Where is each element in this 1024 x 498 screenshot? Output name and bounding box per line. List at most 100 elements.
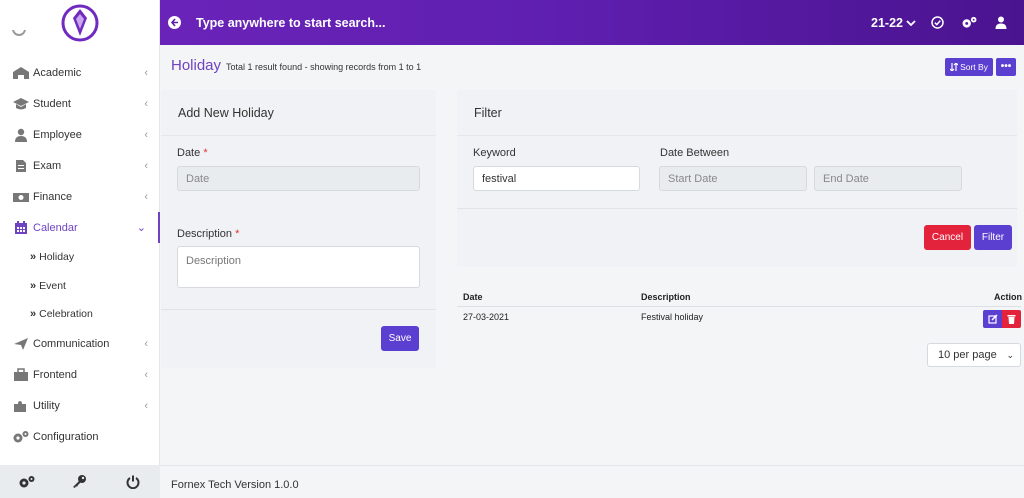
- file-icon: [11, 158, 30, 174]
- session-selector[interactable]: 21-22: [871, 16, 916, 30]
- per-page-select[interactable]: 10 per page ⌄: [927, 343, 1021, 367]
- filter-button[interactable]: Filter: [974, 225, 1012, 250]
- sidebar-subitem-label: Event: [39, 279, 66, 292]
- filter-panel: Filter Keyword festival Date Between Sta…: [457, 90, 1017, 267]
- edit-icon: [987, 314, 998, 324]
- sidebar-item-label: Calendar: [33, 221, 78, 234]
- sidebar-item-label: Frontend: [33, 369, 78, 381]
- keyword-label: Keyword: [473, 147, 516, 159]
- paper-plane-icon: [11, 336, 30, 352]
- settings-cogs-icon[interactable]: [17, 472, 37, 492]
- table-header-date[interactable]: Date: [463, 292, 483, 302]
- user-icon[interactable]: [992, 14, 1010, 32]
- search-input[interactable]: Type anywhere to start search...: [196, 16, 385, 30]
- sort-by-button[interactable]: Sort By: [945, 58, 993, 76]
- sidebar-item-calendar[interactable]: Calendar ⌄: [0, 212, 160, 243]
- sidebar-item-academic[interactable]: Academic ‹: [0, 57, 160, 88]
- user-tie-icon: [11, 127, 30, 143]
- session-label: 21-22: [871, 15, 903, 30]
- school-icon: [11, 65, 30, 81]
- chevron-left-icon: ‹: [144, 190, 148, 203]
- sidebar-item-label: Communication: [33, 338, 110, 350]
- chevron-left-icon: ‹: [144, 159, 148, 172]
- table-cell-description: Festival holiday: [641, 312, 704, 322]
- sidebar-item-communication[interactable]: Communication ‹: [0, 329, 160, 360]
- back-arrow-icon[interactable]: [168, 16, 181, 29]
- sidebar-subitem-event[interactable]: » Event: [0, 272, 160, 301]
- sidebar-item-label: Utility: [33, 400, 60, 412]
- sidebar-item-student[interactable]: Student ‹: [0, 88, 160, 119]
- description-label-text: Description: [177, 228, 233, 240]
- date-placeholder: Date: [186, 172, 210, 185]
- trash-icon: [1007, 315, 1016, 324]
- cancel-button[interactable]: Cancel: [924, 225, 971, 250]
- description-placeholder: Description: [186, 255, 242, 267]
- end-date-field[interactable]: End Date: [814, 166, 962, 191]
- sidebar-item-hidden: [0, 30, 160, 57]
- table-header-description[interactable]: Description: [641, 292, 691, 302]
- page-title: Holiday: [171, 57, 222, 74]
- power-icon[interactable]: [123, 472, 143, 492]
- double-chevron-right-icon: »: [30, 279, 37, 292]
- more-options-button[interactable]: •••: [996, 58, 1016, 76]
- table-header-action: Action: [994, 292, 1022, 302]
- description-label: Description *: [177, 228, 239, 240]
- check-circle-icon[interactable]: [928, 14, 946, 32]
- description-field[interactable]: Description: [177, 246, 420, 288]
- chevron-left-icon: ‹: [144, 338, 148, 350]
- sidebar-nav: Academic ‹ Student ‹ Employee ‹ Exam ‹ F…: [0, 30, 160, 453]
- sidebar-item-configuration[interactable]: Configuration: [0, 422, 160, 453]
- page-footer: Fornex Tech Version 1.0.0: [160, 465, 1024, 498]
- date-label: Date *: [177, 147, 208, 159]
- start-date-placeholder: Start Date: [668, 172, 718, 185]
- date-field[interactable]: Date: [177, 166, 420, 191]
- sidebar-subitem-holiday[interactable]: » Holiday: [0, 243, 160, 272]
- sidebar-item-exam[interactable]: Exam ‹: [0, 150, 160, 181]
- cogs-icon[interactable]: [960, 14, 978, 32]
- date-label-text: Date: [177, 147, 201, 159]
- sidebar-footer: [0, 465, 160, 498]
- sidebar-item-finance[interactable]: Finance ‹: [0, 181, 160, 212]
- double-chevron-right-icon: »: [30, 308, 37, 321]
- money-icon: [11, 189, 30, 205]
- sort-by-label: Sort By: [960, 62, 988, 72]
- chevron-left-icon: ‹: [144, 369, 148, 381]
- per-page-value: 10 per page: [938, 349, 997, 361]
- required-mark: *: [235, 228, 240, 240]
- start-date-field[interactable]: Start Date: [659, 166, 807, 191]
- page-header: Holiday Total 1 result found - showing r…: [171, 57, 421, 74]
- briefcase-icon: [11, 367, 30, 383]
- sidebar-subitem-celebration[interactable]: » Celebration: [0, 300, 160, 329]
- chevron-left-icon: ‹: [144, 97, 148, 110]
- chevron-left-icon: ‹: [144, 66, 148, 79]
- topbar: Type anywhere to start search... 21-22: [160, 0, 1024, 45]
- chevron-left-icon: ‹: [144, 400, 148, 412]
- sidebar-subitem-label: Holiday: [39, 251, 75, 264]
- panel-title: Add New Holiday: [178, 105, 274, 120]
- keyword-input[interactable]: festival: [473, 166, 640, 191]
- save-button[interactable]: Save: [381, 326, 419, 351]
- sidebar-item-label: Academic: [33, 66, 82, 79]
- topbar-actions: 21-22: [871, 0, 1024, 45]
- divider: [161, 309, 436, 310]
- graduation-cap-icon: [11, 96, 30, 112]
- required-mark: *: [203, 147, 208, 159]
- sidebar-item-label: Configuration: [33, 431, 99, 443]
- divider: [457, 208, 1017, 209]
- sidebar-item-frontend[interactable]: Frontend ‹: [0, 360, 160, 391]
- dashboard-icon: [12, 30, 26, 36]
- chevron-down-icon: ⌄: [1006, 349, 1014, 360]
- sidebar-item-employee[interactable]: Employee ‹: [0, 119, 160, 150]
- version-text: Fornex Tech Version 1.0.0: [171, 479, 299, 491]
- date-between-label: Date Between: [660, 147, 730, 159]
- sidebar-item-utility[interactable]: Utility ‹: [0, 391, 160, 422]
- filter-heading: Filter: [457, 90, 1017, 136]
- add-holiday-panel: Add New Holiday Date * Date Description …: [161, 90, 436, 368]
- sidebar-item-label: Student: [33, 97, 71, 110]
- cogs-icon: [11, 429, 30, 445]
- edit-button[interactable]: [983, 310, 1002, 328]
- sidebar-subitem-label: Celebration: [39, 308, 93, 321]
- key-icon[interactable]: [70, 472, 90, 492]
- delete-button[interactable]: [1002, 310, 1021, 328]
- chevron-left-icon: ‹: [144, 128, 148, 141]
